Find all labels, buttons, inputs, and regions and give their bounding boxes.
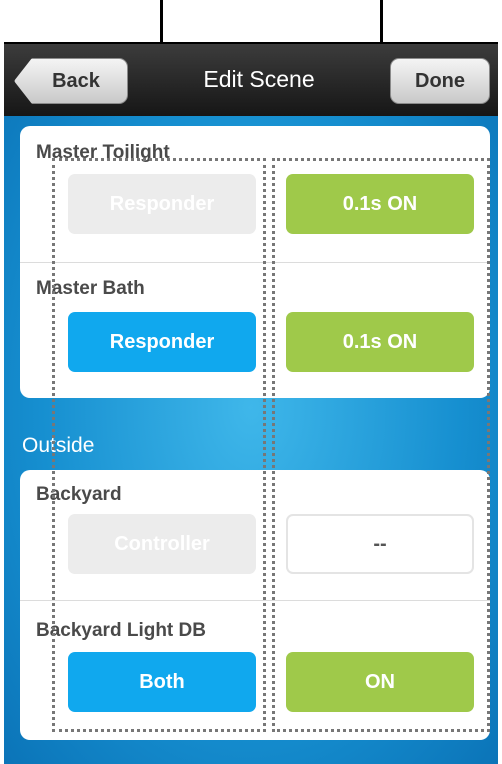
navigation-bar: Back Edit Scene Done (4, 42, 498, 118)
page-title: Edit Scene (203, 66, 315, 92)
done-button[interactable]: Done (390, 58, 490, 104)
annotation-box-action-column (272, 158, 490, 732)
annotation-box-role-column (52, 158, 266, 732)
back-button[interactable]: Back (14, 58, 128, 104)
